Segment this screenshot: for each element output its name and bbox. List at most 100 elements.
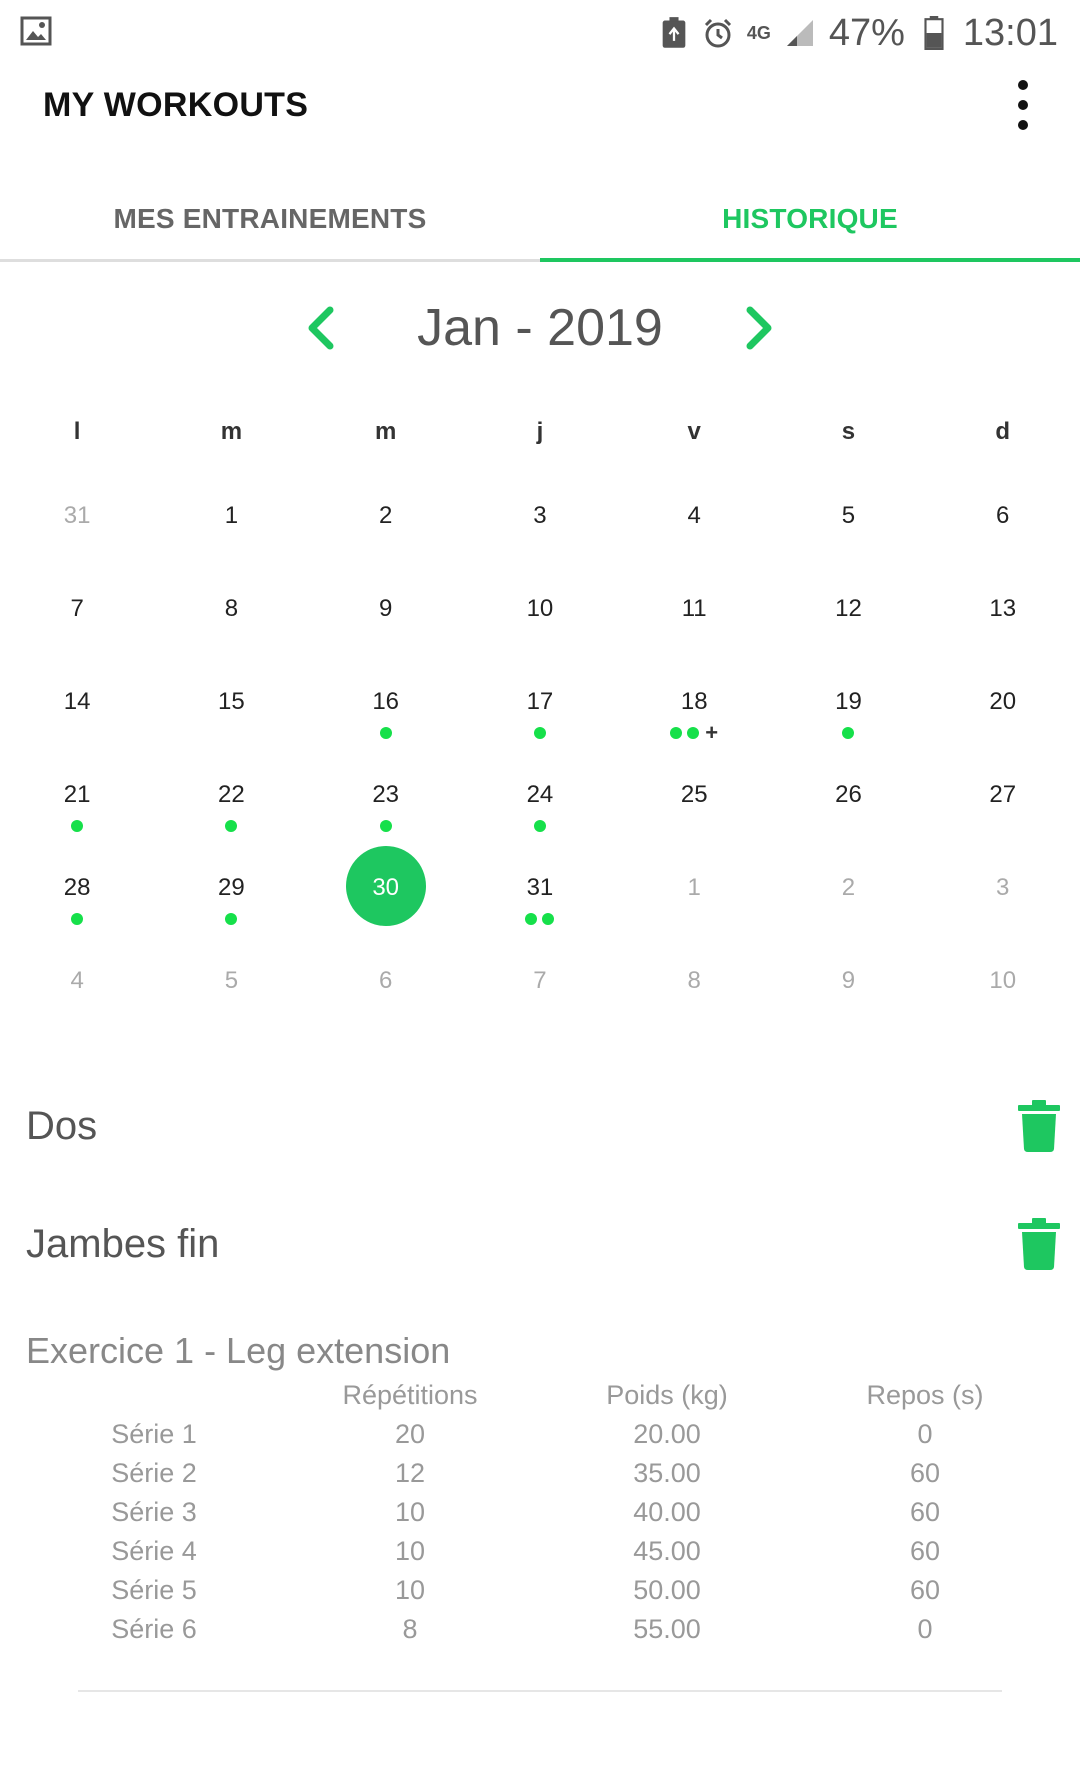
workout-dot xyxy=(225,820,238,832)
cell-repetitions: 8 xyxy=(402,1614,418,1644)
day-number: 31 xyxy=(63,502,91,529)
calendar-day[interactable]: 12 xyxy=(771,571,925,664)
network-type-label: 4G xyxy=(746,22,771,43)
calendar-day[interactable]: 3 xyxy=(926,850,1080,943)
calendar-day[interactable]: 24 xyxy=(463,757,617,850)
calendar-day[interactable]: 22 xyxy=(154,757,308,850)
calendar-day[interactable]: 21 xyxy=(0,757,154,850)
workout-indicator xyxy=(309,726,463,740)
cell-repetitions: 10 xyxy=(394,1497,426,1527)
day-number: 12 xyxy=(835,595,862,622)
calendar-day[interactable]: 26 xyxy=(771,757,925,850)
cell-repetitions: 10 xyxy=(394,1575,426,1605)
calendar-day[interactable]: 15 xyxy=(154,664,308,757)
calendar-day[interactable]: 1 xyxy=(617,850,771,943)
tab-mes-entrainements[interactable]: MES ENTRAINEMENTS xyxy=(0,176,540,262)
calendar-day[interactable]: 4 xyxy=(0,943,154,1036)
day-number: 9 xyxy=(378,595,393,622)
calendar: l m m j v s d 31 1 2 3 4 5 6 7 8 9 10 11 12 13 14 15 16 1… xyxy=(0,388,1080,1036)
calendar-day[interactable]: 28 xyxy=(0,850,154,943)
delete-workout-button[interactable] xyxy=(1018,1100,1060,1152)
delete-workout-button[interactable] xyxy=(1018,1218,1060,1270)
calendar-day[interactable]: 1 xyxy=(154,478,308,571)
calendar-day[interactable]: 7 xyxy=(463,943,617,1036)
weekday-label: v xyxy=(687,418,701,445)
column-header: Poids (kg) xyxy=(606,1380,728,1410)
day-number: 10 xyxy=(989,967,1017,994)
workout-indicator xyxy=(0,912,154,926)
calendar-day[interactable]: 9 xyxy=(309,571,463,664)
workout-dot xyxy=(379,727,392,739)
calendar-day[interactable]: 23 xyxy=(309,757,463,850)
weekday-label: l xyxy=(73,418,81,445)
calendar-week-row: 31 1 2 3 4 5 6 xyxy=(0,478,1080,571)
calendar-day[interactable]: 16 xyxy=(309,664,463,757)
calendar-day[interactable]: 31 xyxy=(0,478,154,571)
calendar-day[interactable]: 5 xyxy=(154,943,308,1036)
cell-repetitions: 20 xyxy=(394,1419,426,1449)
column-header: Répétitions xyxy=(342,1380,478,1410)
tab-historique[interactable]: HISTORIQUE xyxy=(540,176,1080,262)
month-label: Jan - 2019 xyxy=(417,299,663,357)
previous-month-button[interactable] xyxy=(293,300,349,356)
weekday-label: m xyxy=(374,418,397,445)
cell-repetitions: 12 xyxy=(394,1458,426,1488)
workout-dot xyxy=(533,727,546,739)
day-number: 16 xyxy=(372,688,400,715)
calendar-week-row: 28 29 30 31 1 2 3 xyxy=(0,846,1080,943)
calendar-day[interactable]: 25 xyxy=(617,757,771,850)
calendar-day[interactable]: 3 xyxy=(463,478,617,571)
calendar-day[interactable]: 4 xyxy=(617,478,771,571)
day-number: 3 xyxy=(996,874,1010,901)
calendar-day-selected[interactable]: 30 xyxy=(309,846,463,943)
status-icons: 4G 47% 13:01 xyxy=(659,8,1058,58)
day-number: 19 xyxy=(835,688,862,715)
calendar-day[interactable]: 10 xyxy=(463,571,617,664)
cell-serie: Série 3 xyxy=(111,1497,197,1527)
calendar-day[interactable]: 5 xyxy=(771,478,925,571)
day-number: 21 xyxy=(63,781,91,808)
day-number: 26 xyxy=(835,781,862,808)
calendar-day[interactable]: 11 xyxy=(617,571,771,664)
cell-poids: 20.00 xyxy=(633,1419,701,1449)
calendar-day[interactable]: 20 xyxy=(926,664,1080,757)
calendar-day[interactable]: 8 xyxy=(617,943,771,1036)
more-workouts-indicator: + xyxy=(705,720,719,745)
workout-title: Dos xyxy=(26,1104,98,1148)
day-number: 2 xyxy=(841,874,856,901)
day-number: 2 xyxy=(378,502,393,529)
day-number: 9 xyxy=(841,967,856,994)
calendar-day[interactable]: 14 xyxy=(0,664,154,757)
calendar-day[interactable]: 10 xyxy=(926,943,1080,1036)
day-number: 29 xyxy=(218,874,245,901)
calendar-day[interactable]: 18 + xyxy=(617,664,771,757)
calendar-day[interactable]: 2 xyxy=(771,850,925,943)
day-number: 14 xyxy=(63,688,91,715)
cell-repos: 60 xyxy=(909,1497,941,1527)
calendar-day[interactable]: 6 xyxy=(926,478,1080,571)
day-number: 23 xyxy=(372,781,400,808)
calendar-day[interactable]: 7 xyxy=(0,571,154,664)
day-number: 4 xyxy=(70,967,84,994)
calendar-day[interactable]: 17 xyxy=(463,664,617,757)
day-number: 1 xyxy=(687,874,701,901)
next-month-button[interactable] xyxy=(731,300,787,356)
calendar-day[interactable]: 27 xyxy=(926,757,1080,850)
day-number: 6 xyxy=(996,502,1010,529)
overflow-menu-icon[interactable] xyxy=(1006,80,1040,130)
workout-item[interactable]: Dos xyxy=(0,1090,1080,1170)
calendar-day[interactable]: 19 xyxy=(771,664,925,757)
calendar-day[interactable]: 6 xyxy=(309,943,463,1036)
calendar-day[interactable]: 29 xyxy=(154,850,308,943)
cell-serie: Série 4 xyxy=(111,1536,197,1566)
workout-indicator xyxy=(771,726,925,740)
calendar-day[interactable]: 31 xyxy=(463,850,617,943)
calendar-day[interactable]: 13 xyxy=(926,571,1080,664)
calendar-day[interactable]: 2 xyxy=(309,478,463,571)
calendar-day[interactable]: 9 xyxy=(771,943,925,1036)
calendar-day[interactable]: 8 xyxy=(154,571,308,664)
day-number: 17 xyxy=(526,688,554,715)
cell-serie: Série 5 xyxy=(111,1575,197,1605)
calendar-week-row: 21 22 23 24 25 26 27 xyxy=(0,757,1080,850)
workout-item[interactable]: Jambes fin xyxy=(0,1208,1080,1288)
